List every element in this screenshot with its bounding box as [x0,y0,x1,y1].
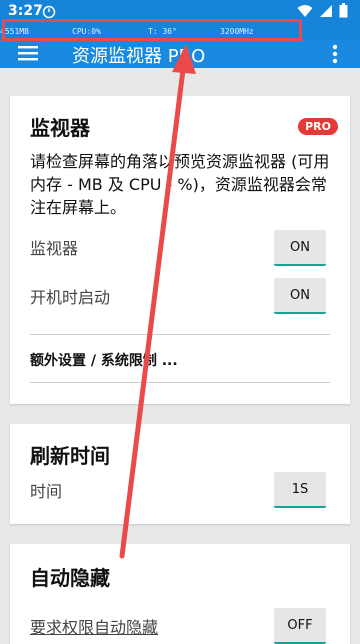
hamburger-menu-icon[interactable] [18,44,38,66]
monitor-card-title: 监视器 [30,116,90,140]
app-title: 资源监视器 PRO [72,46,206,67]
more-vert-icon[interactable] [332,44,338,68]
divider [30,334,330,335]
refresh-time-label: 时间 [30,482,63,501]
overlay-freq: 3200MHz [220,27,254,36]
overlay-cpu: CPU:0% [72,27,101,36]
battery-icon [339,3,348,22]
divider [30,382,330,383]
autohide-toggle-button[interactable]: OFF [274,608,326,644]
monitor-description: 请检查屏幕的角落以预览资源监视器 (可用内存 - MB 及 CPU - %)，资… [30,152,330,217]
boot-start-label: 开机时启动 [30,288,111,307]
status-bar: 3:27 [0,0,360,24]
autohide-card-title: 自动隐藏 [30,566,110,590]
boot-start-toggle-button[interactable]: ON [274,278,326,314]
refresh-card-title: 刷新时间 [30,444,110,468]
alarm-icon [42,4,56,23]
status-time: 3:27 [8,3,43,19]
pro-badge: PRO [298,118,338,135]
monitor-toggle-button[interactable]: ON [274,230,326,266]
app-bar: 资源监视器 PRO [0,40,360,68]
signal-icon [319,3,333,22]
refresh-time-button[interactable]: 1S [274,472,326,508]
monitor-toggle-label: 监视器 [30,239,79,258]
autohide-permission-label[interactable]: 要求权限自动隐藏 [30,614,158,638]
resource-overlay: 4551MB CPU:0% T: 36° 3200MHz [0,24,360,40]
wifi-icon [297,3,313,22]
overlay-temp: T: 36° [148,27,177,36]
overlay-memory: 4551MB [0,27,29,36]
extra-settings-link[interactable]: 额外设置 / 系统限制 ... [30,350,178,370]
